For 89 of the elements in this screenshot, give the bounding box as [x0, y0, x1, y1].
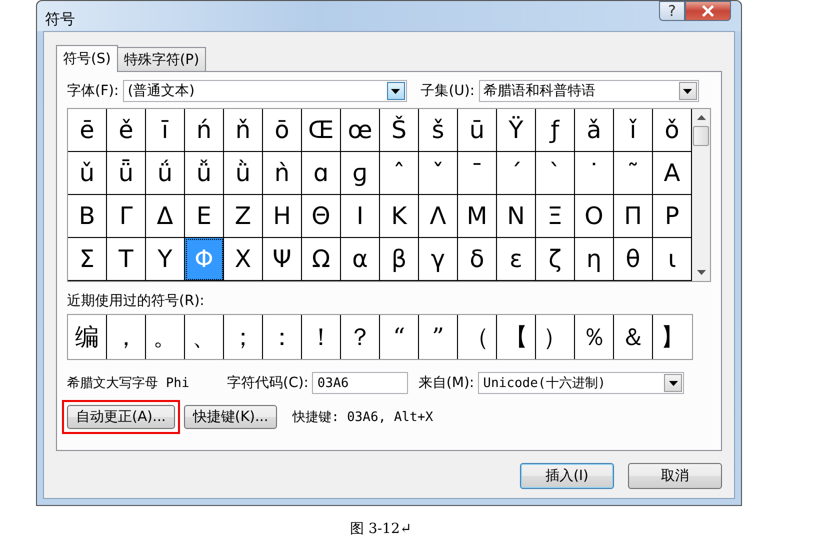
symbol-cell[interactable]: ǔ: [68, 152, 107, 195]
dialog-button[interactable]: 自动更正(A)...: [67, 405, 175, 429]
close-button[interactable]: [685, 1, 731, 21]
symbol-cell[interactable]: Μ: [458, 195, 497, 238]
symbol-cell[interactable]: Ζ: [224, 195, 263, 238]
symbol-cell[interactable]: Κ: [380, 195, 419, 238]
symbol-cell[interactable]: ε: [497, 238, 536, 281]
symbol-cell[interactable]: δ: [458, 238, 497, 281]
subset-label: 子集(U):: [420, 82, 475, 100]
symbol-cell[interactable]: ǖ: [107, 152, 146, 195]
symbol-cell[interactable]: Θ: [302, 195, 341, 238]
dialog-button[interactable]: 快捷键(K)...: [184, 405, 278, 429]
tab[interactable]: 符号(S): [56, 45, 118, 72]
insert-button[interactable]: 插入(I): [520, 463, 614, 489]
from-dropdown[interactable]: Unicode(十六进制): [478, 372, 684, 394]
character-code-field[interactable]: 03A6: [312, 372, 408, 394]
symbol-cell[interactable]: Ÿ: [497, 109, 536, 152]
symbol-cell[interactable]: Π: [614, 195, 653, 238]
symbol-cell[interactable]: ǒ: [653, 109, 692, 152]
symbol-cell[interactable]: ǎ: [575, 109, 614, 152]
from-label: 来自(M):: [418, 374, 474, 392]
shortcut-text: 快捷键: 03A6, Alt+X: [292, 409, 434, 426]
symbol-cell[interactable]: ū: [458, 109, 497, 152]
symbol-cell[interactable]: η: [575, 238, 614, 281]
symbol-cell[interactable]: ˊ: [497, 152, 536, 195]
symbol-cell[interactable]: ˙: [575, 152, 614, 195]
font-dropdown[interactable]: (普通文本): [122, 80, 407, 102]
symbol-cell[interactable]: Œ: [302, 109, 341, 152]
symbol-cell[interactable]: Ν: [497, 195, 536, 238]
symbol-cell[interactable]: ˇ: [419, 152, 458, 195]
scrollbar-thumb[interactable]: [693, 126, 709, 146]
symbol-cell[interactable]: Ε: [185, 195, 224, 238]
subset-dropdown[interactable]: 希腊语和科普特语: [478, 80, 699, 102]
symbol-cell[interactable]: š: [419, 109, 458, 152]
symbol-cell[interactable]: Χ: [224, 238, 263, 281]
scroll-up-icon: [696, 115, 706, 120]
symbol-cell[interactable]: ˉ: [458, 152, 497, 195]
symbol-cell[interactable]: γ: [419, 238, 458, 281]
symbol-cell[interactable]: α: [341, 238, 380, 281]
symbol-cell[interactable]: Ξ: [536, 195, 575, 238]
symbol-cell[interactable]: ǐ: [614, 109, 653, 152]
symbol-cell[interactable]: ˜: [614, 152, 653, 195]
cancel-button[interactable]: 取消: [628, 463, 722, 489]
symbol-cell[interactable]: Ρ: [653, 195, 692, 238]
symbol-cell[interactable]: ǜ: [224, 152, 263, 195]
symbol-cell[interactable]: ī: [146, 109, 185, 152]
symbol-cell[interactable]: Š: [380, 109, 419, 152]
symbol-cell[interactable]: ˋ: [536, 152, 575, 195]
symbol-cell[interactable]: Λ: [419, 195, 458, 238]
symbol-cell[interactable]: ζ: [536, 238, 575, 281]
vertical-scrollbar[interactable]: [692, 109, 710, 281]
symbol-cell[interactable]: Ω: [302, 238, 341, 281]
symbol-cell[interactable]: ɑ: [302, 152, 341, 195]
symbol-cell[interactable]: ɡ: [341, 152, 380, 195]
symbol-cell[interactable]: ň: [224, 109, 263, 152]
window-title: 符号: [45, 9, 75, 29]
symbol-cell[interactable]: ǘ: [146, 152, 185, 195]
symbol-cell[interactable]: ǚ: [185, 152, 224, 195]
character-name: 希腊文大写字母 Phi: [67, 375, 190, 392]
symbol-cell[interactable]: ē: [68, 109, 107, 152]
symbol-cell[interactable]: ń: [185, 109, 224, 152]
symbol-cell[interactable]: Ψ: [263, 238, 302, 281]
symbol-cell[interactable]: β: [380, 238, 419, 281]
symbol-cell[interactable]: ƒ: [536, 109, 575, 152]
symbol-cell[interactable]: θ: [614, 238, 653, 281]
symbol-cell[interactable]: Σ: [68, 238, 107, 281]
symbol-cell[interactable]: Ο: [575, 195, 614, 238]
symbol-cell[interactable]: ǹ: [263, 152, 302, 195]
character-code-label: 字符代码(C):: [227, 374, 308, 392]
symbol-cell[interactable]: ō: [263, 109, 302, 152]
tab[interactable]: 特殊字符(P): [116, 47, 206, 71]
symbol-cell[interactable]: œ: [341, 109, 380, 152]
symbol-cell[interactable]: Υ: [146, 238, 185, 281]
symbol-cell[interactable]: ˆ: [380, 152, 419, 195]
symbol-cell[interactable]: Γ: [107, 195, 146, 238]
symbol-cell[interactable]: Α: [653, 152, 692, 195]
symbol-cell[interactable]: Β: [68, 195, 107, 238]
symbol-cell[interactable]: Δ: [146, 195, 185, 238]
symbol-cell[interactable]: Η: [263, 195, 302, 238]
symbol-cell[interactable]: ι: [653, 238, 692, 281]
font-label: 字体(F):: [67, 82, 119, 100]
symbol-cell[interactable]: Ι: [341, 195, 380, 238]
symbol-cell[interactable]: Τ: [107, 238, 146, 281]
close-icon: [701, 5, 715, 17]
recent-symbols-label: 近期使用过的符号(R):: [67, 292, 206, 310]
scroll-down-icon: [696, 270, 706, 275]
symbol-cell[interactable]: ě: [107, 109, 146, 152]
help-button[interactable]: ?: [659, 1, 685, 21]
figure-caption: 图 3-12↵: [350, 520, 412, 538]
